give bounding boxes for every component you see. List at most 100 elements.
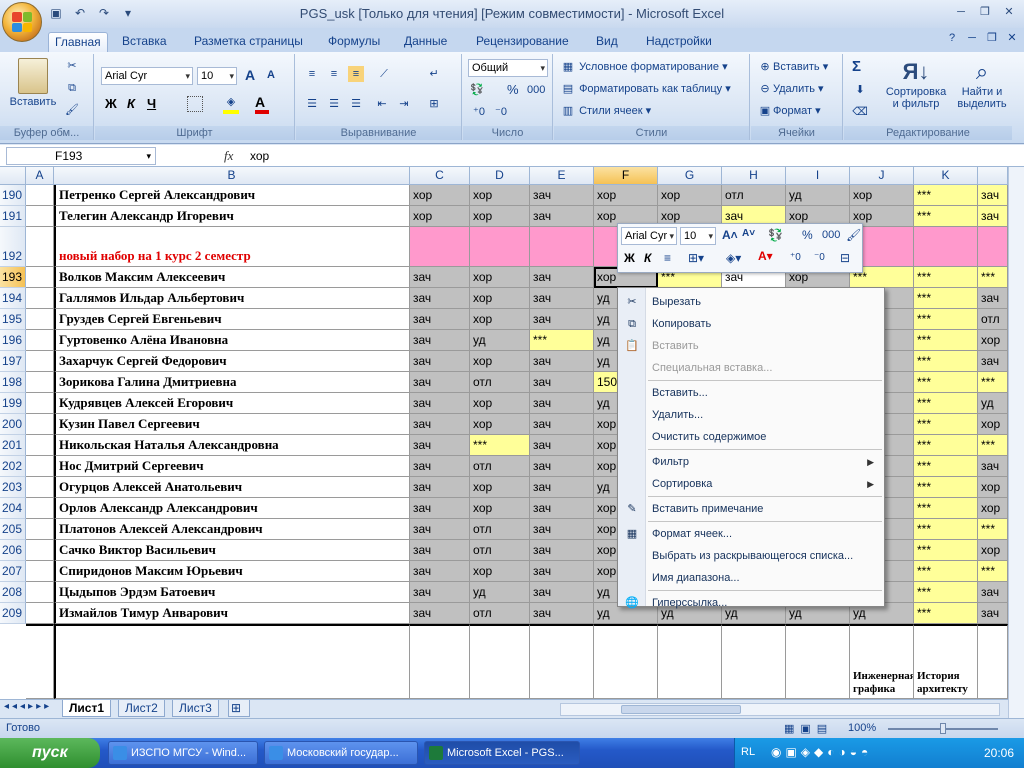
taskbar-task[interactable]: ИЗСПО МГСУ - Wind... — [108, 741, 258, 765]
grade-cell[interactable]: зач — [530, 519, 594, 540]
grade-cell[interactable]: *** — [914, 540, 978, 561]
student-name-cell[interactable]: Петренко Сергей Александрович — [54, 185, 410, 206]
grade-cell[interactable]: *** — [470, 435, 530, 456]
mini-format-painter-icon[interactable]: 🖌 — [846, 228, 861, 242]
sheet-nav-icon[interactable]: ◂◂◂▸▸▸ — [4, 701, 52, 712]
grid-cell[interactable] — [26, 582, 54, 603]
conditional-format-button[interactable]: ▦ Условное форматирование ▾ — [560, 59, 728, 75]
grade-cell[interactable]: уд — [470, 330, 530, 351]
row-header[interactable]: 202 — [0, 456, 26, 477]
mini-increase-decimal-icon[interactable]: ⁺0 — [790, 252, 801, 263]
grid-cell[interactable] — [978, 624, 1008, 699]
insert-sheet-icon[interactable]: ⊞ — [228, 700, 250, 717]
tab-item[interactable]: Вид — [590, 32, 624, 52]
grid-cell[interactable] — [26, 456, 54, 477]
grade-cell[interactable] — [410, 227, 470, 267]
grade-cell[interactable]: хор — [410, 185, 470, 206]
tab-item[interactable]: Формулы — [322, 32, 386, 52]
row-header[interactable]: 192 — [0, 227, 26, 267]
name-box[interactable]: F193 — [6, 147, 156, 165]
grid-cell[interactable] — [26, 185, 54, 206]
wrap-text-icon[interactable]: ↵ — [426, 66, 442, 82]
minimize-icon[interactable]: ─ — [964, 30, 980, 46]
row-header[interactable]: 209 — [0, 603, 26, 624]
context-menu-item[interactable]: Имя диапазона... — [618, 567, 884, 589]
grade-cell[interactable]: хор — [470, 351, 530, 372]
format-painter-icon[interactable]: 🖌 — [64, 102, 80, 118]
context-menu-item[interactable]: ✎ Вставить примечание — [618, 498, 884, 520]
column-header[interactable]: C — [410, 167, 470, 185]
grid-cell[interactable] — [722, 624, 786, 699]
format-cells-button[interactable]: ▣ Формат ▾ — [757, 103, 821, 119]
subject-header-cell[interactable]: Инженерная графика — [850, 624, 914, 699]
grid-cell[interactable] — [26, 624, 54, 699]
row-header[interactable]: 198 — [0, 372, 26, 393]
autosum-button[interactable]: Σ — [852, 58, 861, 75]
grade-cell[interactable]: зач — [410, 414, 470, 435]
close-icon[interactable]: ✕ — [998, 4, 1020, 20]
orientation-icon[interactable]: ⟋ — [376, 66, 392, 82]
format-as-table-button[interactable]: ▤ Форматировать как таблицу ▾ — [560, 81, 731, 97]
vertical-scrollbar[interactable] — [1008, 167, 1024, 718]
fill-icon[interactable]: ⬇ — [852, 82, 868, 98]
grade-cell[interactable]: отл — [470, 540, 530, 561]
formula-input[interactable]: хор — [250, 149, 269, 163]
grade-cell[interactable]: хор — [410, 206, 470, 227]
grade-cell[interactable]: *** — [914, 206, 978, 227]
increase-indent-icon[interactable]: ⇥ — [396, 96, 412, 112]
grade-cell[interactable]: зач — [530, 267, 594, 288]
grade-cell[interactable] — [978, 227, 1008, 267]
row-header[interactable]: 199 — [0, 393, 26, 414]
grid-cell[interactable] — [26, 372, 54, 393]
column-header[interactable]: G — [658, 167, 722, 185]
grade-cell[interactable]: отл — [470, 519, 530, 540]
grade-cell[interactable]: зач — [410, 309, 470, 330]
grade-cell[interactable]: зач — [410, 267, 470, 288]
mini-thousands-button[interactable]: 000 — [822, 229, 840, 241]
subject-header-cell[interactable]: История архитекту — [914, 624, 978, 699]
row-header[interactable]: 203 — [0, 477, 26, 498]
decrease-indent-icon[interactable]: ⇤ — [374, 96, 390, 112]
grid-cell[interactable] — [26, 206, 54, 227]
grade-cell[interactable] — [914, 227, 978, 267]
grade-cell[interactable]: зач — [530, 561, 594, 582]
grade-cell[interactable]: *** — [978, 519, 1008, 540]
student-name-cell[interactable]: Кузин Павел Сергеевич — [54, 414, 410, 435]
grade-cell[interactable]: зач — [530, 393, 594, 414]
student-name-cell[interactable]: Платонов Алексей Александрович — [54, 519, 410, 540]
student-name-cell[interactable]: Огурцов Алексей Анатольевич — [54, 477, 410, 498]
grade-cell[interactable]: зач — [410, 477, 470, 498]
student-name-cell[interactable]: Галлямов Ильдар Альбертович — [54, 288, 410, 309]
row-header[interactable]: 193 — [0, 267, 26, 288]
grade-cell[interactable]: хор — [470, 477, 530, 498]
grade-cell[interactable]: зач — [978, 456, 1008, 477]
row-header[interactable]: 194 — [0, 288, 26, 309]
grade-cell[interactable]: зач — [530, 540, 594, 561]
mini-borders-icon[interactable]: ⊞▾ — [688, 251, 704, 265]
grade-cell[interactable]: *** — [914, 393, 978, 414]
grid-cell[interactable] — [26, 227, 54, 267]
grade-cell[interactable]: *** — [914, 456, 978, 477]
grade-cell[interactable]: хор — [978, 498, 1008, 519]
grade-cell[interactable]: зач — [530, 477, 594, 498]
underline-button[interactable]: Ч — [147, 96, 156, 111]
context-menu-item[interactable]: Вставить... — [618, 382, 884, 404]
grade-cell[interactable]: зач — [530, 498, 594, 519]
grade-cell[interactable]: зач — [978, 603, 1008, 624]
increase-decimal-icon[interactable]: ⁺0 — [471, 104, 487, 120]
find-select-button[interactable]: ⌕ Найти и выделить — [954, 58, 1010, 110]
grade-cell[interactable]: хор — [978, 414, 1008, 435]
minimize-icon[interactable]: ─ — [950, 4, 972, 20]
sheet-tab[interactable]: Лист3 — [172, 700, 219, 717]
mini-size-combo[interactable]: 10 — [680, 227, 716, 245]
align-bottom-icon[interactable]: ≡ — [348, 66, 364, 82]
grade-cell[interactable]: зач — [530, 603, 594, 624]
grade-cell[interactable]: *** — [914, 288, 978, 309]
mini-fill-color-icon[interactable]: ◈▾ — [726, 251, 741, 265]
tab-home[interactable]: Главная — [48, 32, 108, 52]
mini-italic-button[interactable]: К — [644, 251, 651, 265]
zoom-level[interactable]: 100% — [848, 722, 876, 734]
grade-cell[interactable]: *** — [914, 372, 978, 393]
mini-merge-icon[interactable]: ⊟ — [840, 251, 850, 265]
column-header[interactable]: H — [722, 167, 786, 185]
